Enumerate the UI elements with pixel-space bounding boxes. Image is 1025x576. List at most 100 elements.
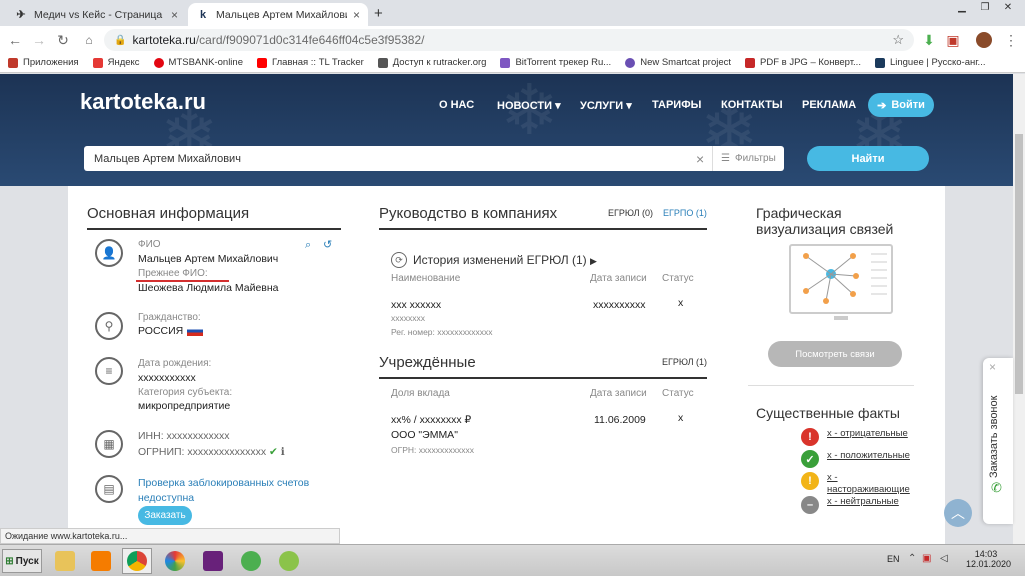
utorrent-icon [241, 551, 261, 571]
bookmark-yandex[interactable]: Яндекс [92, 57, 140, 68]
nav-news[interactable]: НОВОСТИ ▾ [497, 99, 561, 112]
nav-services[interactable]: УСЛУГИ ▾ [580, 99, 632, 112]
close-icon[interactable]: × [353, 8, 360, 22]
new-tab-icon[interactable]: + [374, 5, 383, 22]
blocked-accounts-link[interactable]: Проверка заблокированных счетов недоступ… [138, 476, 318, 506]
clock[interactable]: 14:03 12.01.2020 [966, 549, 1011, 569]
taskbar-app[interactable] [274, 548, 304, 574]
location-pin-icon: ⚲ [95, 312, 123, 340]
fact-positive[interactable]: ✓ x - положительные [801, 450, 910, 468]
alert-icon: ! [801, 428, 819, 446]
order-button[interactable]: Заказать [138, 506, 192, 525]
taskbar-chrome[interactable] [122, 548, 152, 574]
citizenship-value: РОССИЯ [138, 325, 204, 337]
call-panel[interactable]: × Заказать звонок ✆ [983, 358, 1013, 524]
history-clock-icon: ⟳ [391, 252, 407, 268]
nav-contacts[interactable]: КОНТАКТЫ [721, 99, 783, 111]
scrollbar-thumb[interactable] [1015, 134, 1023, 394]
close-window-icon[interactable]: ✕ [998, 2, 1018, 16]
taskbar-utorrent[interactable] [236, 548, 266, 574]
fact-neutral[interactable]: – x - нейтральные [801, 496, 899, 514]
close-icon[interactable]: × [989, 360, 996, 374]
site-logo[interactable]: kartoteka.ru [80, 89, 206, 115]
filters-button[interactable]: ☰ Фильтры [712, 146, 776, 171]
category-label: Категория субъекта: [138, 387, 233, 398]
language-indicator[interactable]: EN [887, 554, 900, 564]
reload-icon[interactable]: ↻ [54, 31, 72, 49]
extension-icon[interactable]: ▣ [944, 31, 962, 49]
birth-label: Дата рождения: [138, 358, 212, 369]
bookmark-tl-tracker[interactable]: Главная :: TL Tracker [257, 57, 364, 68]
volume-icon[interactable]: ◁ [940, 553, 948, 564]
tab-kartoteka[interactable]: k Мальцев Артем Михайлович ИНН × [188, 3, 368, 26]
management-row-name[interactable]: xxx xxxxxx [391, 299, 441, 311]
view-links-button[interactable]: Посмотреть связи [768, 341, 902, 367]
download-extension-icon[interactable]: ⬇ [920, 31, 938, 49]
home-icon[interactable]: ⌂ [80, 31, 98, 49]
nav-tariffs[interactable]: ТАРИФЫ [652, 99, 701, 111]
prev-fio-value: Шеожева Людмила Майевна [138, 282, 279, 294]
warning-icon: ! [801, 472, 819, 490]
col-name-header: Наименование [391, 273, 461, 284]
taskbar-media[interactable] [86, 548, 116, 574]
scroll-up-button[interactable]: ︿ [944, 499, 972, 527]
founded-row-org[interactable]: ООО "ЭММА" [391, 429, 458, 441]
chrome-icon [127, 551, 147, 571]
network-icon[interactable]: ▣ [922, 553, 931, 564]
bookmark-smartcat[interactable]: New Smartcat project [625, 57, 731, 68]
back-icon[interactable]: ← [6, 31, 24, 49]
taskbar-vs[interactable] [198, 548, 228, 574]
youtube-icon [257, 57, 267, 68]
pdf-icon [745, 57, 756, 68]
start-button[interactable]: ⊞ Пуск [2, 549, 42, 573]
search-input[interactable]: Мальцев Артем Михайлович × ☰ Фильтры [84, 146, 784, 171]
star-icon[interactable]: ☆ [892, 32, 904, 48]
bookmark-pdf-jpg[interactable]: PDF в JPG – Конверт... [745, 57, 861, 68]
russia-flag-icon [187, 326, 204, 337]
bookmark-rutracker[interactable]: Доступ к rutracker.org [377, 57, 486, 68]
management-egrul-tab[interactable]: ЕГРЮЛ (0) [608, 208, 653, 218]
forward-icon[interactable]: → [30, 31, 48, 49]
bookmark-bittorrent[interactable]: BitTorrent трекер Ru... [500, 57, 611, 68]
taskbar-explorer[interactable] [50, 548, 80, 574]
bookmark-apps[interactable]: Приложения [8, 57, 79, 68]
clear-icon[interactable]: × [696, 151, 704, 167]
citizenship-label: Гражданство: [138, 312, 201, 323]
find-button[interactable]: Найти [807, 146, 929, 171]
col-status-header: Статус [662, 388, 694, 399]
fact-warning[interactable]: ! x - настораживающие [801, 472, 910, 496]
graph-illustration-icon [789, 244, 893, 314]
bittorrent-icon [500, 57, 511, 68]
history-icon[interactable]: ↺ [323, 238, 332, 251]
call-label[interactable]: Заказать звонок [988, 388, 1008, 478]
smartcat-icon [625, 57, 636, 68]
fact-negative[interactable]: ! x - отрицательные [801, 428, 908, 446]
tab-medich[interactable]: ✈ Медич vs Кейс - Страница 1406 - × [6, 3, 186, 26]
menu-icon[interactable]: ⋮ [1002, 31, 1020, 49]
founded-row-ogrn: ОГРН: xxxxxxxxxxxxx [391, 445, 474, 455]
login-button[interactable]: ➔ Войти [868, 93, 934, 117]
founded-egrul-tab[interactable]: ЕГРЮЛ (1) [662, 357, 707, 367]
info-icon[interactable]: ℹ [281, 446, 285, 458]
divider [379, 228, 707, 230]
management-egrpo-tab[interactable]: ЕГРПО (1) [663, 208, 707, 218]
nav-about[interactable]: О НАС [439, 99, 474, 111]
management-row-date: xxxxxxxxxx [593, 299, 646, 311]
close-icon[interactable]: × [171, 8, 178, 22]
nav-ads[interactable]: РЕКЛАМА [802, 99, 856, 111]
bookmark-linguee[interactable]: Linguee | Русско-анг... [874, 57, 985, 68]
graph-title: Графическая визуализация связей [756, 205, 894, 237]
avatar[interactable] [976, 32, 992, 48]
maximize-icon[interactable]: ❐ [975, 2, 995, 16]
birth-value: xxxxxxxxxxx [138, 372, 196, 384]
history-link[interactable]: История изменений ЕГРЮЛ (1) ▶ [413, 253, 597, 267]
url-input[interactable]: 🔒 kartoteka.ru/card/f909071d0c314fe646ff… [104, 29, 914, 51]
phone-icon[interactable]: ✆ [991, 480, 1002, 496]
app-icon [279, 551, 299, 571]
bookmark-mtsbank[interactable]: MTSBANK-online [153, 57, 243, 68]
taskbar-picasa[interactable] [160, 548, 190, 574]
search-icon[interactable]: ⌕ [305, 239, 311, 252]
scrollbar[interactable] [1013, 74, 1025, 544]
minimize-icon[interactable]: ▁ [952, 2, 972, 16]
tray-expand-icon[interactable]: ⌃ [908, 553, 916, 564]
